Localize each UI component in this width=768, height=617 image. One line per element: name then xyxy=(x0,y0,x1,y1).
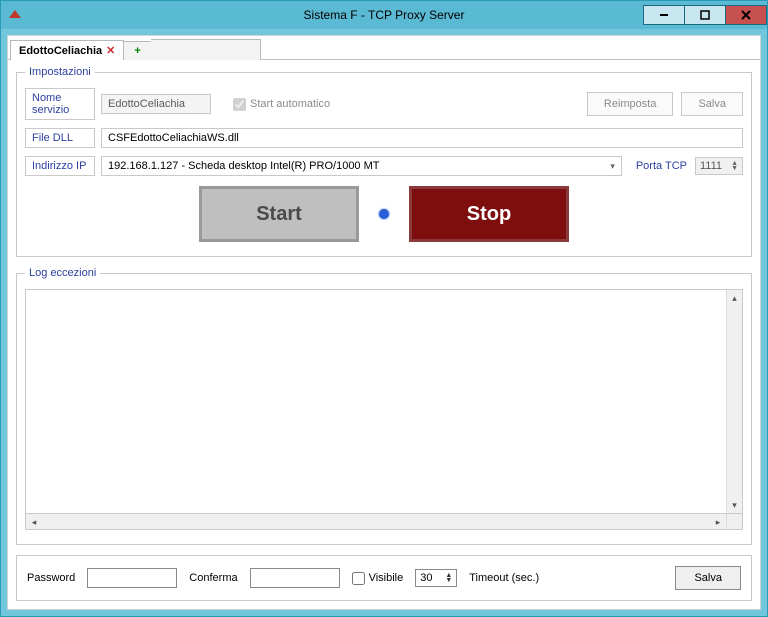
scroll-right-icon[interactable]: ▸ xyxy=(710,514,726,529)
timeout-value: 30 xyxy=(420,572,432,584)
reset-button: Reimposta xyxy=(587,92,674,116)
timeout-label: Timeout (sec.) xyxy=(469,572,539,584)
maximize-button[interactable] xyxy=(684,5,726,25)
autostart-label: Start automatico xyxy=(250,98,330,110)
scroll-down-icon[interactable]: ▾ xyxy=(727,497,742,513)
chevron-down-icon: ▾ xyxy=(610,161,615,172)
stop-button[interactable]: Stop xyxy=(409,186,569,242)
minimize-button[interactable] xyxy=(643,5,685,25)
spinner-arrows-icon: ▲▼ xyxy=(731,161,738,171)
service-name-label: Nome servizio xyxy=(25,88,95,120)
scroll-left-icon[interactable]: ◂ xyxy=(26,514,42,529)
app-window: Sistema F - TCP Proxy Server EdottoCelia… xyxy=(0,0,768,617)
confirm-label: Conferma xyxy=(189,572,237,584)
tab-spacer xyxy=(151,39,261,60)
window-controls xyxy=(644,5,767,25)
status-indicator-icon xyxy=(379,209,389,219)
settings-group: Impostazioni Nome servizio EdottoCeliach… xyxy=(16,66,752,257)
service-name-field: EdottoCeliachia xyxy=(101,94,211,114)
vertical-scrollbar[interactable]: ▴ ▾ xyxy=(726,290,742,513)
settings-legend: Impostazioni xyxy=(25,66,95,78)
log-legend: Log eccezioni xyxy=(25,267,100,279)
timeout-spinner[interactable]: 30 ▲▼ xyxy=(415,569,457,587)
confirm-password-field[interactable] xyxy=(250,568,340,588)
tab-edottoceliachia[interactable]: EdottoCeliachia ✕ xyxy=(10,40,124,60)
plus-icon: + xyxy=(134,45,140,57)
ip-address-dropdown[interactable]: 192.168.1.127 - Scheda desktop Intel(R) … xyxy=(101,156,622,176)
log-textarea[interactable]: ▴ ▾ xyxy=(25,289,743,514)
add-tab-button[interactable]: + xyxy=(123,41,151,60)
log-group: Log eccezioni ▴ ▾ ◂ ▸ xyxy=(16,267,752,545)
ip-address-value: 192.168.1.127 - Scheda desktop Intel(R) … xyxy=(108,160,380,172)
visible-label: Visibile xyxy=(369,572,404,584)
password-label: Password xyxy=(27,572,75,584)
close-tab-icon[interactable]: ✕ xyxy=(106,44,115,57)
app-icon xyxy=(7,7,23,23)
tcp-port-label: Porta TCP xyxy=(628,160,689,172)
footer-bar: Password Conferma Visibile 30 ▲▼ Timeout… xyxy=(16,555,752,601)
horizontal-scrollbar[interactable]: ◂ ▸ xyxy=(25,514,743,530)
start-button[interactable]: Start xyxy=(199,186,359,242)
visible-checkbox[interactable]: Visibile xyxy=(352,572,404,585)
ip-address-label: Indirizzo IP xyxy=(25,156,95,176)
close-button[interactable] xyxy=(725,5,767,25)
spinner-arrows-icon: ▲▼ xyxy=(445,573,452,583)
scroll-up-icon[interactable]: ▴ xyxy=(727,290,742,306)
save-footer-button[interactable]: Salva xyxy=(675,566,741,590)
titlebar: Sistema F - TCP Proxy Server xyxy=(1,1,767,29)
tab-label: EdottoCeliachia xyxy=(19,45,102,57)
password-field[interactable] xyxy=(87,568,177,588)
visible-input[interactable] xyxy=(352,572,365,585)
autostart-checkbox: Start automatico xyxy=(233,98,330,111)
log-content xyxy=(26,290,726,513)
tcp-port-value: 1111 xyxy=(700,160,722,172)
tab-content: Impostazioni Nome servizio EdottoCeliach… xyxy=(8,60,760,609)
save-settings-button: Salva xyxy=(681,92,743,116)
tabstrip: EdottoCeliachia ✕ + xyxy=(8,36,760,60)
autostart-input xyxy=(233,98,246,111)
file-dll-field[interactable]: CSFEdottoCeliachiaWS.dll xyxy=(101,128,743,148)
client-area: EdottoCeliachia ✕ + Impostazioni Nome se… xyxy=(7,35,761,610)
file-dll-label: File DLL xyxy=(25,128,95,148)
tcp-port-spinner[interactable]: 1111 ▲▼ xyxy=(695,157,743,175)
